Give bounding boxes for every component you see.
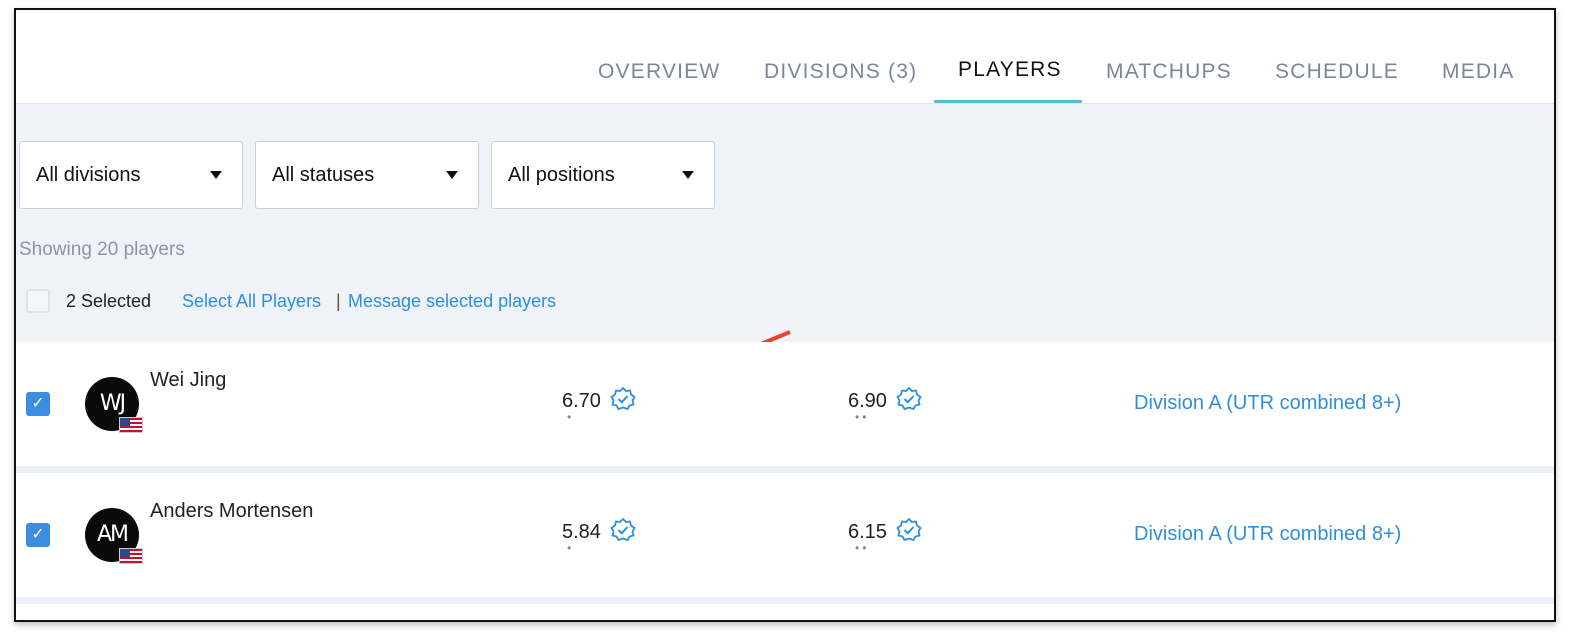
- link-separator: |: [336, 291, 341, 311]
- verified-badge-icon: [610, 386, 636, 411]
- tab-bar: OVERVIEW DIVISIONS (3) PLAYERS MATCHUPS …: [16, 10, 1554, 104]
- app-window: OVERVIEW DIVISIONS (3) PLAYERS MATCHUPS …: [14, 8, 1556, 622]
- player-name[interactable]: Anders Mortensen: [150, 500, 313, 523]
- verified-badge-icon: [896, 386, 922, 411]
- singles-reliability-dots: •: [567, 410, 575, 424]
- player-row[interactable]: ✓ WJ Wei Jing 6.70 • 6.90 •• Division A …: [16, 342, 1554, 466]
- singles-reliability-dots: •: [567, 541, 575, 555]
- select-all-checkbox[interactable]: [26, 289, 50, 313]
- row-divider: [16, 597, 1554, 604]
- caret-down-icon: [446, 171, 458, 179]
- position-filter-value: All positions: [508, 164, 615, 186]
- verified-badge-icon: [610, 517, 636, 542]
- caret-down-icon: [682, 171, 694, 179]
- status-filter-select[interactable]: All statuses: [255, 141, 479, 209]
- tab-players[interactable]: PLAYERS: [958, 58, 1062, 82]
- doubles-reliability-dots: ••: [855, 410, 870, 424]
- tab-overview[interactable]: OVERVIEW: [598, 60, 720, 84]
- doubles-reliability-dots: ••: [855, 541, 870, 555]
- us-flag-icon: [119, 417, 143, 433]
- tab-schedule[interactable]: SCHEDULE: [1275, 60, 1399, 84]
- status-filter-value: All statuses: [272, 164, 375, 186]
- tab-divisions[interactable]: DIVISIONS (3): [764, 60, 917, 84]
- selected-count: 2 Selected: [66, 291, 152, 311]
- division-link[interactable]: Division A (UTR combined 8+): [1134, 523, 1401, 546]
- message-selected-players-link[interactable]: Message selected players: [348, 291, 556, 312]
- avatar-initials: AM: [96, 522, 129, 547]
- division-filter-select[interactable]: All divisions: [19, 141, 243, 209]
- avatar[interactable]: AM: [85, 508, 143, 564]
- row-divider: [16, 466, 1554, 473]
- row-checkbox-checked[interactable]: ✓: [26, 392, 50, 416]
- division-filter-value: All divisions: [36, 164, 141, 186]
- tab-matchups[interactable]: MATCHUPS: [1106, 60, 1232, 84]
- active-tab-indicator: [934, 100, 1082, 103]
- avatar-initials: WJ: [99, 391, 126, 416]
- caret-down-icon: [210, 171, 222, 179]
- us-flag-icon: [119, 548, 143, 564]
- verified-badge-icon: [896, 517, 922, 542]
- filter-panel: All divisions All statuses All positions…: [16, 104, 1554, 394]
- division-link[interactable]: Division A (UTR combined 8+): [1134, 392, 1401, 415]
- player-row[interactable]: ✓ AM Anders Mortensen 5.84 • 6.15 •• Div…: [16, 473, 1554, 597]
- avatar[interactable]: WJ: [85, 377, 143, 433]
- row-checkbox-checked[interactable]: ✓: [26, 523, 50, 547]
- position-filter-select[interactable]: All positions: [491, 141, 715, 209]
- select-all-players-link[interactable]: Select All Players: [182, 291, 321, 312]
- player-name[interactable]: Wei Jing: [150, 369, 226, 392]
- tab-media[interactable]: MEDIA: [1442, 60, 1515, 84]
- results-count: Showing 20 players: [19, 239, 185, 260]
